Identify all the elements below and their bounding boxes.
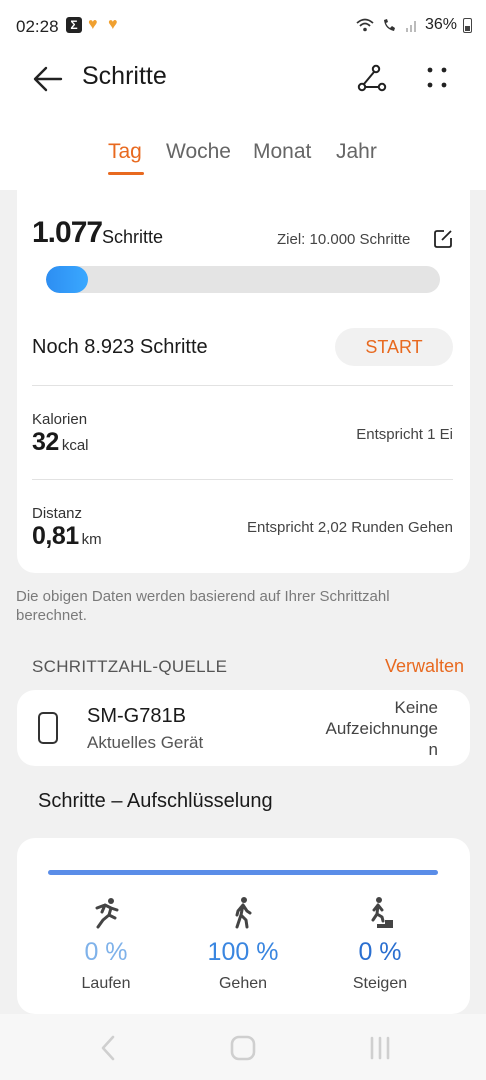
status-right: 36% xyxy=(355,16,472,34)
distance-equivalent: Entspricht 2,02 Runden Gehen xyxy=(247,519,453,536)
nav-home-icon[interactable] xyxy=(228,1033,258,1063)
source-status: Keine Aufzeichnunge n xyxy=(298,697,438,760)
walking-label: Gehen xyxy=(218,975,268,992)
calories-value-row: 32 kcal xyxy=(32,428,89,457)
calories-equivalent: Entspricht 1 Ei xyxy=(356,426,453,443)
battery-icon xyxy=(463,17,472,33)
breakdown-item-running: 0 % Laufen xyxy=(46,896,166,993)
step-goal: Ziel: 10.000 Schritte xyxy=(277,231,411,248)
calories-unit: kcal xyxy=(61,437,89,454)
calories-label: Kalorien xyxy=(32,411,88,428)
step-source-section-title: SCHRITTZAHL-QUELLE xyxy=(32,657,228,676)
page-title: Schritte xyxy=(82,62,167,90)
source-status-line: n xyxy=(428,740,438,759)
calories-value: 32 xyxy=(32,428,59,456)
sigma-notification-icon: Σ xyxy=(66,17,82,33)
divider xyxy=(32,479,453,480)
running-icon xyxy=(95,898,119,929)
tab-day[interactable]: Tag xyxy=(108,140,142,164)
data-info-note: Die obigen Daten werden basierend auf Ih… xyxy=(16,588,390,624)
distance-label: Distanz xyxy=(32,505,83,522)
nav-recents-icon[interactable] xyxy=(365,1033,395,1063)
battery-percentage: 36% xyxy=(424,16,457,33)
tab-week[interactable]: Woche xyxy=(166,140,231,164)
active-tab-indicator xyxy=(108,172,144,175)
more-options-icon[interactable] xyxy=(422,62,452,94)
distance-unit: km xyxy=(81,531,102,548)
breakdown-item-walking: 100 % Gehen xyxy=(183,896,303,993)
wifi-icon xyxy=(356,18,374,32)
walking-icon xyxy=(235,897,252,929)
wifi-call-icon xyxy=(383,19,395,31)
running-label: Laufen xyxy=(81,975,131,992)
steps-summary-card-top xyxy=(17,178,470,208)
phone-icon xyxy=(38,712,58,744)
device-subtitle: Aktuelles Gerät xyxy=(87,733,204,752)
period-tabs: Tag Woche Monat Jahr xyxy=(0,140,486,180)
steps-progress-fill xyxy=(46,266,89,293)
walking-percentage: 100 % xyxy=(207,938,279,966)
share-icon[interactable] xyxy=(355,62,389,94)
edit-goal-icon[interactable] xyxy=(433,229,453,249)
device-name: SM-G781B xyxy=(87,705,186,727)
source-status-line: Aufzeichnunge xyxy=(325,719,438,738)
steps-progress-bar xyxy=(46,266,440,293)
running-percentage: 0 % xyxy=(84,938,128,966)
tab-year[interactable]: Jahr xyxy=(336,140,377,164)
back-arrow-icon[interactable] xyxy=(32,64,64,94)
breakdown-item-climbing: 0 % Steigen xyxy=(320,896,440,993)
signal-icon xyxy=(405,21,416,32)
divider xyxy=(32,385,453,386)
climbing-percentage: 0 % xyxy=(358,938,402,966)
source-status-line: Keine xyxy=(394,698,438,717)
steps-count: 1.077 xyxy=(32,216,103,249)
status-time: 02:28 xyxy=(16,17,59,36)
start-workout-button[interactable]: START xyxy=(335,328,453,366)
distance-value-row: 0,81 km xyxy=(32,522,102,551)
nav-back-icon[interactable] xyxy=(94,1033,124,1063)
breakdown-distribution-bar xyxy=(48,870,438,875)
heart-notification-icon: ♥ xyxy=(108,16,118,33)
remaining-steps: Noch 8.923 Schritte xyxy=(32,336,208,358)
tab-month[interactable]: Monat xyxy=(253,140,311,164)
climbing-stairs-icon xyxy=(367,897,393,928)
manage-sources-link[interactable]: Verwalten xyxy=(385,656,464,677)
climbing-label: Steigen xyxy=(352,975,408,992)
breakdown-title: Schritte – Aufschlüsselung xyxy=(38,790,273,812)
distance-value: 0,81 xyxy=(32,522,79,550)
heart-notification-icon: ♥ xyxy=(88,16,98,33)
steps-unit: Schritte xyxy=(102,227,164,247)
